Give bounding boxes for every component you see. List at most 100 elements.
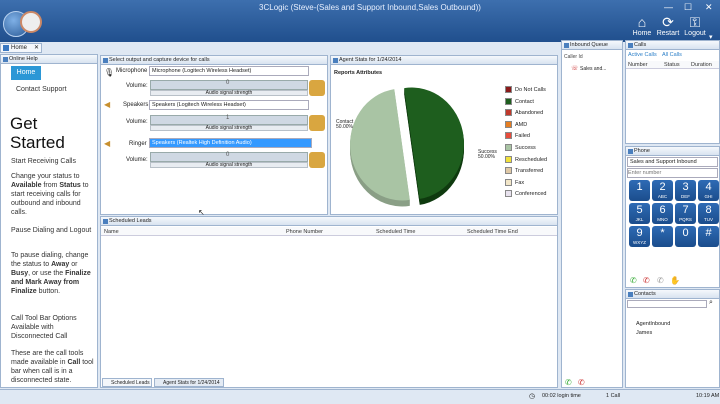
phone-queue-select[interactable]: Sales and Support Inbound <box>627 157 718 167</box>
microphone-icon: 🎙 <box>104 68 115 77</box>
legend-label: Contact <box>515 98 534 105</box>
ringer-label: Ringer <box>129 141 147 147</box>
tab-active-calls[interactable]: Active Calls <box>628 52 657 58</box>
help-paragraph-3: These are the call tools made available … <box>11 350 94 384</box>
minimize-icon[interactable]: — <box>664 2 673 12</box>
legend-label: Do Not Calls <box>515 86 546 93</box>
ringer-select[interactable]: Speakers (Realtek High Definition Audio) <box>149 138 312 148</box>
inbound-queue-header: Inbound Queue <box>562 41 622 50</box>
device-panel-header: Select output and capture device for cal… <box>101 56 327 65</box>
tab-home-label: Home <box>11 45 28 51</box>
dialpad-digit: 2 <box>659 181 666 193</box>
microphone-select[interactable]: Microphone (Logitech Wireless Headset) <box>149 66 309 76</box>
legend-item: Abandoned <box>505 109 547 117</box>
ringer-icon: ◀ <box>104 139 111 148</box>
dialpad: 1 2 ABC 3 DEF 4 GHI 5 JKL 6 MNO 7 PQRS 8 TUV 9 WXYZ * 0 # <box>626 180 720 272</box>
dialpad-key[interactable]: * <box>652 226 673 247</box>
contact-slice-label: Contact 50.00% <box>336 119 354 130</box>
tab-scheduled-leads[interactable]: Scheduled Leads <box>102 378 152 387</box>
speakers-select[interactable]: Speakers (Logitech Wireless Headset) <box>149 100 309 110</box>
pause-dialing-link[interactable]: Pause Dialing and Logout <box>11 226 95 235</box>
home-button[interactable]: ⌂ Home <box>628 14 656 37</box>
calls-header: Calls <box>626 41 719 50</box>
chart-subtitle: Reports Attributes <box>334 70 383 76</box>
contact-item[interactable]: James <box>636 330 652 336</box>
start-receiving-link[interactable]: Start Receiving Calls <box>11 157 76 166</box>
dialpad-key[interactable]: 0 <box>675 226 696 247</box>
microphone-speaker-icon[interactable] <box>309 80 325 96</box>
hold-icon[interactable]: ✋ <box>670 276 680 285</box>
phone-number-input[interactable] <box>627 168 718 178</box>
legend-item: Conferenced <box>505 190 547 198</box>
legend-label: AMD <box>515 121 528 128</box>
column-number[interactable]: Number <box>628 62 648 68</box>
microphone-signal-meter: Audio signal strength <box>150 90 308 96</box>
speakers-speaker-icon[interactable] <box>309 115 325 131</box>
legend-label: Rescheduled <box>515 156 548 163</box>
dialpad-digit: * <box>660 227 665 239</box>
clock-icon[interactable] <box>20 11 42 33</box>
column-duration[interactable]: Duration <box>691 62 712 68</box>
ringer-volume-value: 0 <box>226 152 230 158</box>
dialpad-key[interactable]: 9 WXYZ <box>629 226 650 247</box>
dialpad-key[interactable]: # <box>698 226 719 247</box>
dialpad-key[interactable]: 4 GHI <box>698 180 719 201</box>
legend-label: Conferenced <box>515 191 547 198</box>
column-status[interactable]: Status <box>664 62 680 68</box>
close-icon[interactable]: ✕ <box>705 2 713 13</box>
answer-icon[interactable]: ✆ <box>565 378 572 387</box>
contact-support-link[interactable]: Contact Support <box>16 85 67 94</box>
contacts-search-input[interactable] <box>627 300 707 308</box>
pie-slice-contact <box>404 87 464 199</box>
tab-home[interactable]: Home ✕ <box>0 43 42 53</box>
get-started-title-2: Started <box>10 133 65 152</box>
column-name[interactable]: Name <box>104 229 119 235</box>
dialpad-key[interactable]: 8 TUV <box>698 203 719 224</box>
dialpad-key[interactable]: 5 JKL <box>629 203 650 224</box>
inbound-queue-panel: Inbound Queue <box>561 40 623 388</box>
dialpad-key[interactable]: 1 <box>629 180 650 201</box>
hangup-icon[interactable]: ✆ <box>643 276 650 285</box>
inbound-queue-item[interactable]: Sales and... <box>580 66 606 72</box>
dialpad-key[interactable]: 6 MNO <box>652 203 673 224</box>
logout-button[interactable]: ⚿ Logout <box>681 14 709 37</box>
contact-item[interactable]: AgentInbound <box>636 321 670 327</box>
speakers-volume-label: Volume: <box>126 119 148 125</box>
legend-swatch <box>505 97 512 105</box>
call-toolbar-link[interactable]: Call Tool Bar Options Available with Dis… <box>11 314 95 341</box>
tab-agent-stats[interactable]: Agent Stats for 1/24/2014 <box>154 378 224 387</box>
chart-legend: Do Not Calls Contact Abandoned AMD Failed Suc… <box>505 86 547 202</box>
dialpad-digit: 5 <box>636 204 643 216</box>
settings-icon <box>103 58 108 63</box>
transfer-icon[interactable]: ✆ <box>657 276 664 285</box>
reject-icon[interactable]: ✆ <box>578 378 585 387</box>
restart-button[interactable]: ⟳ Restart <box>654 14 682 37</box>
column-phone-number[interactable]: Phone Number <box>286 229 323 235</box>
title-bar: 3CLogic (Steve-(Sales and Support Inboun… <box>0 0 720 42</box>
dialpad-key[interactable]: 2 ABC <box>652 180 673 201</box>
dialpad-digit: 7 <box>682 204 689 216</box>
dialpad-key[interactable]: 7 PQRS <box>675 203 696 224</box>
home-tab-icon <box>3 45 9 51</box>
legend-item: Transferred <box>505 167 547 175</box>
dialpad-digit: 3 <box>682 181 689 193</box>
column-scheduled-time-end[interactable]: Scheduled Time End <box>467 229 518 235</box>
dialpad-key[interactable]: 3 DEF <box>675 180 696 201</box>
maximize-icon[interactable]: ☐ <box>684 2 692 13</box>
dialpad-digit: 9 <box>636 227 643 239</box>
speakers-label: Speakers <box>123 102 149 108</box>
scheduled-leads-header: Scheduled Leads <box>101 217 557 226</box>
clock: 10:19 AM <box>696 393 720 399</box>
column-scheduled-time[interactable]: Scheduled Time <box>376 229 415 235</box>
microphone-label: Microphone <box>116 68 148 74</box>
help-home-button[interactable]: Home <box>11 66 41 80</box>
ringer-volume-label: Volume: <box>126 157 148 163</box>
queue-icon <box>564 43 569 48</box>
dial-icon[interactable]: ✆ <box>630 276 637 285</box>
legend-label: Abandoned <box>515 110 544 117</box>
ringer-speaker-icon[interactable] <box>309 152 325 168</box>
tab-all-calls[interactable]: All Calls <box>662 52 682 58</box>
close-tab-icon[interactable]: ✕ <box>34 44 39 53</box>
restart-icon: ⟳ <box>662 14 674 30</box>
search-icon[interactable]: ⌕ <box>709 299 713 307</box>
